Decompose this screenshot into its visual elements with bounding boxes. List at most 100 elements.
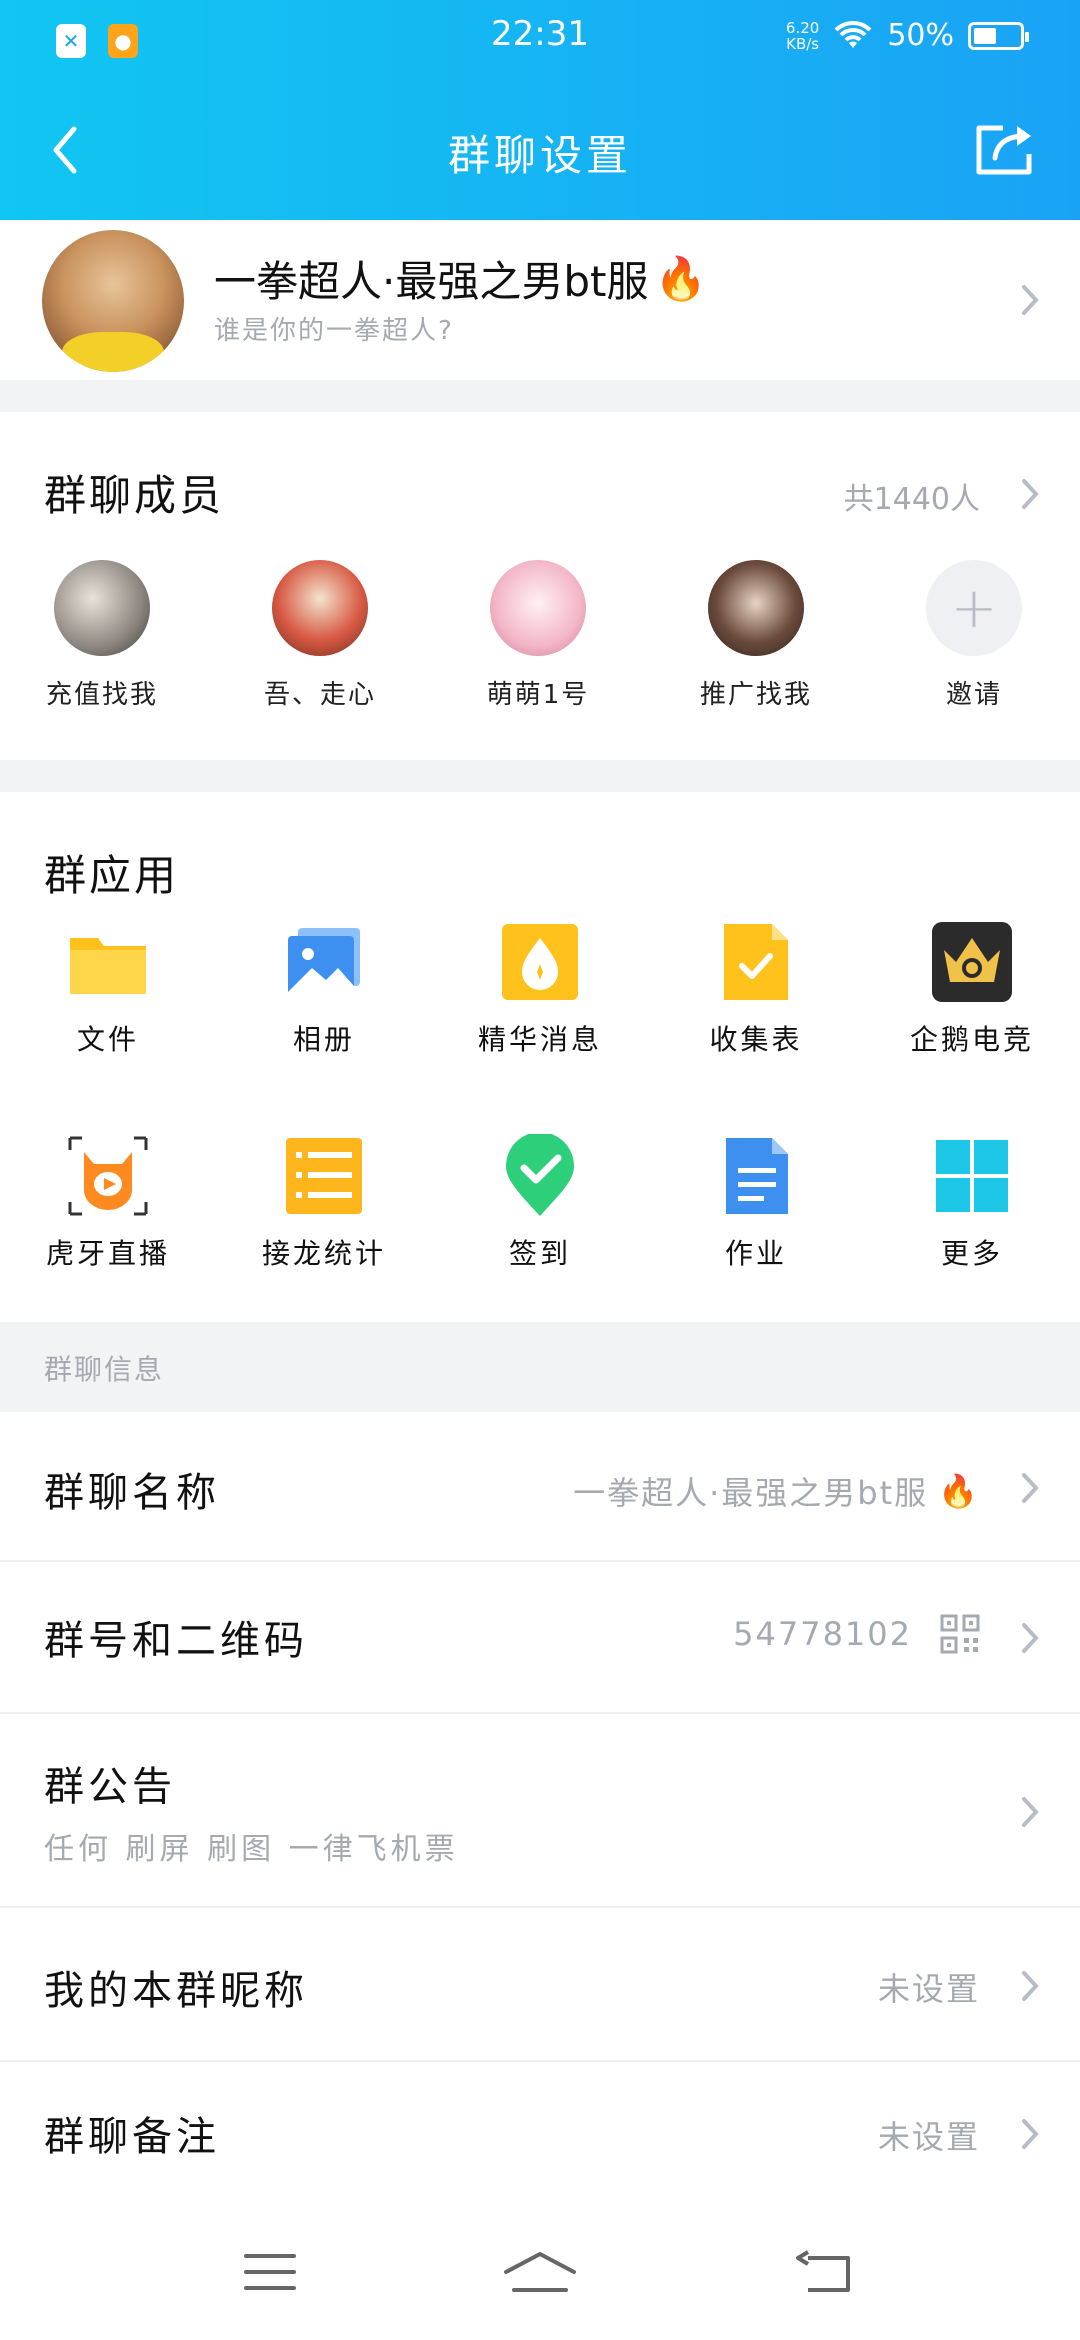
app-homework[interactable]: 作业	[656, 1134, 856, 1272]
member-name: 推广找我	[699, 680, 812, 710]
system-navigation-bar	[0, 2200, 1080, 2340]
qr-code-icon	[940, 1614, 980, 1654]
net-speed-value: 6.20	[785, 18, 820, 37]
group-number-value: 54778102	[733, 1614, 980, 1654]
chevron-right-icon	[1016, 1618, 1044, 1658]
battery-fill	[974, 27, 996, 44]
member-avatar	[490, 560, 586, 656]
group-number-row[interactable]: 群号和二维码 54778102	[0, 1562, 1080, 1714]
member-avatar	[708, 560, 804, 656]
battery-percent: 50%	[887, 18, 954, 53]
more-grid-icon	[930, 1134, 1014, 1218]
member-avatar	[272, 560, 368, 656]
navigation-bar: 群聊设置	[0, 80, 1080, 220]
app-huya-live[interactable]: 虎牙直播	[8, 1134, 208, 1272]
check-in-icon	[498, 1132, 582, 1218]
member-name: 萌萌1号	[486, 680, 590, 710]
chevron-right-icon[interactable]	[1016, 474, 1044, 514]
share-button[interactable]	[970, 120, 1040, 180]
group-subtitle: 谁是你的一拳超人?	[214, 316, 454, 346]
member-count[interactable]: 共1440人	[844, 474, 980, 518]
app-label: 作业	[724, 1237, 787, 1270]
announcement-row[interactable]: 群公告 任何 刷屏 刷图 一律飞机票	[0, 1714, 1080, 1908]
relay-stats-icon	[282, 1134, 366, 1218]
group-profile-row[interactable]: 一拳超人·最强之男bt服 🔥 谁是你的一拳超人?	[0, 220, 1080, 380]
chevron-right-icon	[1016, 280, 1044, 320]
return-icon	[796, 2250, 850, 2292]
group-number-label: 群号和二维码	[44, 1618, 308, 1664]
group-name-text: 一拳超人·最强之男bt服	[214, 257, 649, 306]
group-number-text: 54778102	[733, 1615, 912, 1653]
group-remark-value: 未设置	[877, 2118, 980, 2156]
members-title: 群聊成员	[44, 471, 225, 520]
section-divider	[0, 380, 1080, 412]
member-name: 充值找我	[45, 680, 158, 710]
invite-button[interactable]: + 邀请	[894, 560, 1054, 711]
battery-icon	[968, 21, 1029, 50]
my-nickname-value: 未设置	[877, 1970, 980, 2008]
group-name-row[interactable]: 群聊名称 一拳超人·最强之男bt服 🔥	[0, 1412, 1080, 1562]
folder-icon	[66, 920, 150, 1004]
app-album[interactable]: 相册	[224, 920, 424, 1058]
app-essence[interactable]: 精华消息	[440, 920, 640, 1058]
fire-emoji-icon: 🔥	[654, 253, 707, 303]
group-name-value-text: 一拳超人·最强之男bt服	[573, 1474, 929, 1512]
penguin-esports-icon	[930, 920, 1014, 1004]
member-item[interactable]: 萌萌1号	[458, 560, 618, 711]
chevron-right-icon	[1016, 1792, 1044, 1832]
my-nickname-row[interactable]: 我的本群昵称 未设置	[0, 1908, 1080, 2062]
app-penguin-esports[interactable]: 企鹅电竞	[872, 920, 1072, 1058]
my-nickname-label: 我的本群昵称	[44, 1968, 308, 2014]
app-check-in[interactable]: 签到	[440, 1132, 640, 1272]
status-bar: ✕ ● 22:31 6.20 KB/s 50%	[0, 0, 1080, 80]
app-label: 更多	[940, 1237, 1003, 1270]
member-item[interactable]: 推广找我	[676, 560, 836, 711]
chevron-right-icon	[1016, 2114, 1044, 2154]
info-section-label: 群聊信息	[44, 1353, 165, 1386]
status-right: 6.20 KB/s 50%	[786, 18, 1029, 53]
app-label: 文件	[76, 1023, 139, 1056]
net-speed: 6.20 KB/s	[786, 20, 819, 52]
header: ✕ ● 22:31 6.20 KB/s 50% 群聊设置	[0, 0, 1080, 220]
collection-form-icon	[714, 920, 798, 1004]
app-label: 虎牙直播	[45, 1237, 170, 1270]
home-icon	[504, 2252, 576, 2292]
fire-emoji-icon: 🔥	[938, 1472, 980, 1510]
menu-button[interactable]	[230, 2242, 310, 2302]
app-label: 精华消息	[477, 1023, 602, 1056]
app-collection-form[interactable]: 收集表	[656, 920, 856, 1058]
group-remark-row[interactable]: 群聊备注 未设置	[0, 2062, 1080, 2200]
member-item[interactable]: 吾、走心	[240, 560, 400, 711]
app-relay-stats[interactable]: 接龙统计	[224, 1134, 424, 1272]
apps-title: 群应用	[44, 851, 180, 900]
announcement-text: 任何 刷屏 刷图 一律飞机票	[44, 1832, 459, 1867]
group-remark-label: 群聊备注	[44, 2114, 220, 2160]
app-more[interactable]: 更多	[872, 1134, 1072, 1272]
app-label: 签到	[508, 1237, 571, 1270]
wifi-icon	[834, 20, 872, 48]
member-list: 充值找我 吾、走心 萌萌1号 推广找我 + 邀请	[0, 560, 1080, 720]
member-avatar	[54, 560, 150, 656]
invite-label: 邀请	[945, 680, 1002, 710]
chevron-right-icon	[1016, 1966, 1044, 2006]
section-divider	[0, 760, 1080, 792]
app-label: 收集表	[709, 1023, 803, 1056]
app-label: 接龙统计	[261, 1237, 386, 1270]
group-avatar	[42, 230, 184, 372]
system-back-button[interactable]	[784, 2242, 864, 2302]
member-item[interactable]: 充值找我	[22, 560, 182, 711]
essence-message-icon	[498, 920, 582, 1004]
menu-icon	[244, 2254, 296, 2290]
photo-album-icon	[282, 920, 366, 1004]
chevron-right-icon	[1016, 1468, 1044, 1508]
app-file[interactable]: 文件	[8, 920, 208, 1058]
home-button[interactable]	[500, 2242, 580, 2302]
group-name: 一拳超人·最强之男bt服 🔥	[214, 248, 707, 309]
group-name-label: 群聊名称	[44, 1470, 220, 1516]
member-name: 吾、走心	[263, 680, 376, 710]
group-name-value: 一拳超人·最强之男bt服 🔥	[573, 1468, 980, 1514]
share-icon	[976, 125, 1032, 175]
net-speed-unit: KB/s	[786, 34, 820, 53]
plus-icon: +	[926, 560, 1022, 656]
app-label: 相册	[292, 1023, 355, 1056]
